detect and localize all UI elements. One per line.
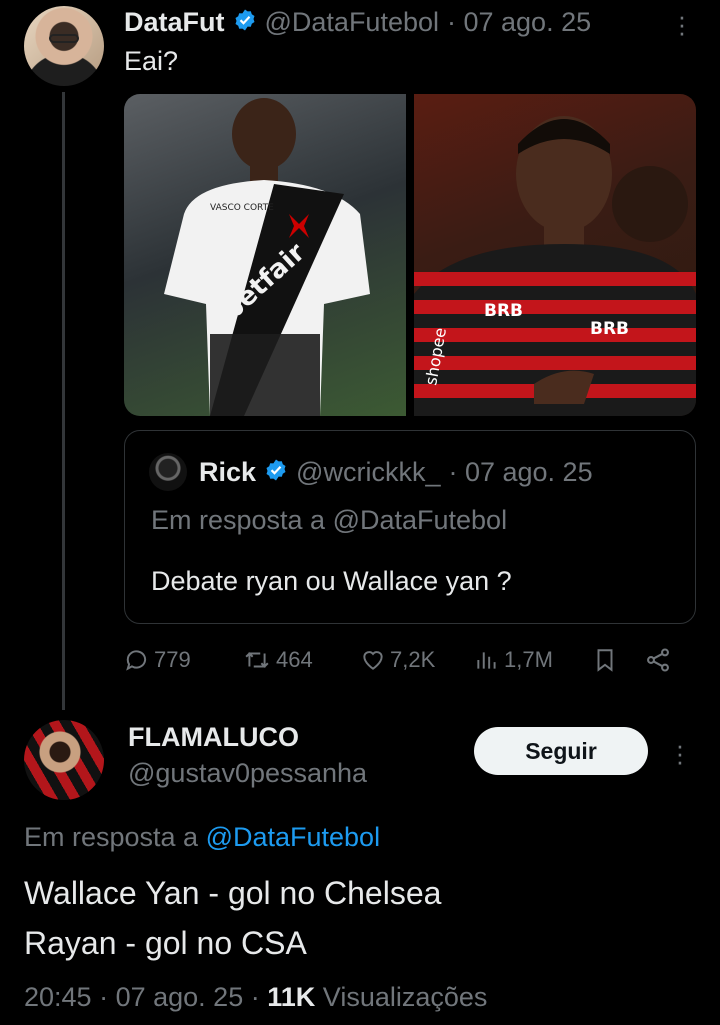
views-button[interactable]: 1,7M <box>474 647 592 673</box>
meta-separator-1: · <box>99 982 116 1012</box>
heart-icon <box>363 651 383 670</box>
reply-date[interactable]: 07 ago. 25 <box>116 982 244 1012</box>
like-count: 7,2K <box>390 647 436 672</box>
reply-author-name[interactable]: FLAMALUCO <box>128 722 299 753</box>
quoted-post-card[interactable]: Rick @wcrickkk_ · 07 ago. 25 Em resposta… <box>124 430 696 624</box>
parent-post-header: DataFut @DataFutebol · 07 ago. 25 <box>124 4 591 40</box>
repost-count: 464 <box>276 647 313 672</box>
bookmark-button[interactable] <box>592 647 644 673</box>
avatar-flamaluco[interactable] <box>24 720 104 800</box>
quoted-verified-badge-icon <box>264 458 288 487</box>
reply-button[interactable]: 779 <box>124 647 242 673</box>
image-flamengo-player[interactable]: BRB BRB shopee <box>414 94 696 416</box>
reply-icon <box>126 650 147 671</box>
reply-text-line-2: Rayan - gol no CSA <box>24 925 307 961</box>
reply-meta: 20:45 · 07 ago. 25 · 11K Visualizações <box>24 982 487 1013</box>
repost-button[interactable]: 464 <box>242 647 360 673</box>
reply-view-label: Visualizações <box>322 982 488 1012</box>
reply-text-line-1: Wallace Yan - gol no Chelsea <box>24 875 442 911</box>
reply-count: 779 <box>154 647 191 672</box>
share-icon <box>647 648 669 672</box>
reply-more-options-icon[interactable]: · · · <box>670 732 690 774</box>
quoted-post-date: · 07 ago. 25 <box>448 456 593 487</box>
quoted-post-text: Debate ryan ou Wallace yan ? <box>151 566 512 596</box>
reply-author-handle[interactable]: @gustav0pessanha <box>128 758 367 789</box>
analytics-icon <box>477 652 496 669</box>
reply-view-count: 11K <box>267 982 316 1012</box>
reply-context-prefix: Em resposta a <box>24 822 206 852</box>
more-options-icon[interactable]: · · · <box>672 3 692 45</box>
flamengo-player-illustration: BRB BRB shopee <box>414 116 696 416</box>
author-handle[interactable]: @DataFutebol <box>265 7 440 38</box>
verified-badge-icon <box>233 8 257 37</box>
follow-button[interactable]: Seguir <box>474 727 648 775</box>
image-vasco-player[interactable]: betfair VASCO CORTE <box>124 94 406 416</box>
reply-context: Em resposta a @DataFutebol <box>24 822 380 853</box>
meta-separator-2: · <box>250 982 268 1012</box>
thread-line <box>62 92 65 710</box>
vasco-brand: VASCO CORTE <box>210 203 274 213</box>
brb-sponsor-2: BRB <box>590 319 629 339</box>
brb-sponsor-1: BRB <box>484 301 523 321</box>
reply-context-mention[interactable]: @DataFutebol <box>206 822 381 852</box>
post-text: Eai? <box>124 46 179 76</box>
repost-icon <box>245 652 269 668</box>
reply-time[interactable]: 20:45 <box>24 982 92 1012</box>
quoted-reply-context: Em resposta a @DataFutebol <box>151 505 508 535</box>
bookmark-icon <box>597 649 613 672</box>
quoted-author-handle: @wcrickkk_ <box>296 456 441 487</box>
avatar-datafut[interactable] <box>24 6 104 86</box>
quoted-post-header: Rick @wcrickkk_ · 07 ago. 25 <box>199 453 593 491</box>
avatar-rick <box>149 453 187 491</box>
like-button[interactable]: 7,2K <box>360 647 474 673</box>
action-bar: 779 464 7,2K 1,7M <box>124 640 696 680</box>
share-button[interactable] <box>644 646 672 674</box>
vasco-player-illustration: betfair VASCO CORTE <box>164 98 370 416</box>
media-grid: betfair VASCO CORTE BRB BRB shopee <box>124 94 696 416</box>
author-name[interactable]: DataFut <box>124 7 225 38</box>
post-date[interactable]: · 07 ago. 25 <box>447 7 591 38</box>
quoted-author-name: Rick <box>199 456 257 487</box>
avatar-glasses-detail <box>49 34 79 43</box>
view-count: 1,7M <box>504 647 553 672</box>
